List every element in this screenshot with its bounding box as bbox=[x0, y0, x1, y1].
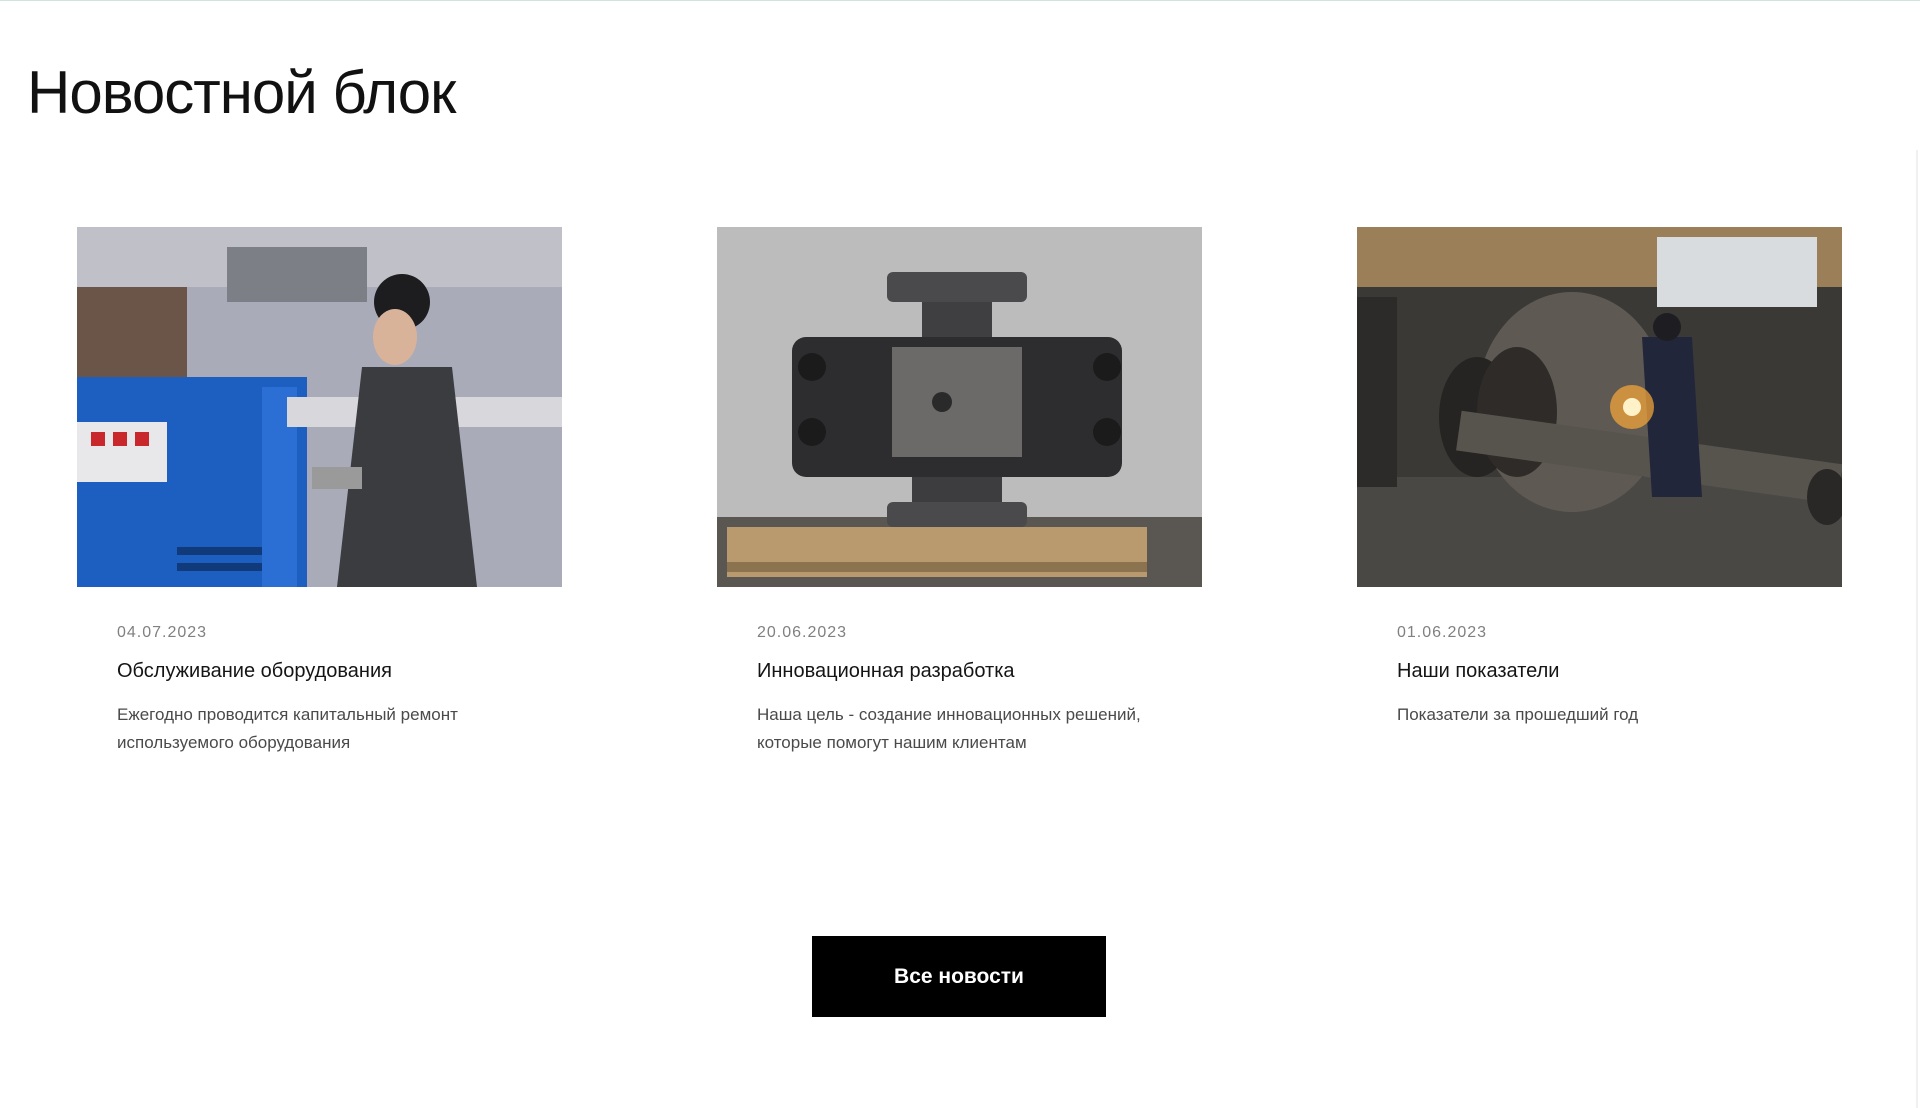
photo-welder-workshop bbox=[1357, 227, 1842, 587]
news-description: Наша цель - создание инновационных решен… bbox=[757, 705, 1141, 752]
news-card-body: 04.07.2023 Обслуживание оборудования Еже… bbox=[77, 624, 562, 757]
news-date: 01.06.2023 bbox=[1397, 624, 1488, 641]
news-title[interactable]: Инновационная разработка bbox=[757, 658, 1162, 684]
photo-worker-blue-equipment bbox=[77, 227, 562, 587]
news-image-innovation[interactable] bbox=[717, 227, 1202, 587]
photo-steel-valve bbox=[717, 227, 1202, 587]
news-date: 04.07.2023 bbox=[117, 624, 208, 641]
news-card-body: 01.06.2023 Наши показатели Показатели за… bbox=[1357, 624, 1842, 729]
news-list: 04.07.2023 Обслуживание оборудования Еже… bbox=[77, 227, 1842, 787]
news-date: 20.06.2023 bbox=[757, 624, 848, 641]
top-divider bbox=[0, 0, 1920, 1]
news-image-equipment-service[interactable] bbox=[77, 227, 562, 587]
section-heading: Новостной блок bbox=[27, 59, 456, 126]
news-title[interactable]: Обслуживание оборудования bbox=[117, 658, 522, 684]
news-description: Показатели за прошедший год bbox=[1397, 705, 1639, 724]
news-card[interactable]: 01.06.2023 Наши показатели Показатели за… bbox=[1357, 227, 1842, 729]
news-image-indicators[interactable] bbox=[1357, 227, 1842, 587]
news-section: Новостной блок 04.07.2023 Обслуживание о… bbox=[0, 0, 1920, 1108]
all-news-button[interactable]: Все новости bbox=[812, 936, 1106, 1017]
news-description: Ежегодно проводится капитальный ремонт и… bbox=[117, 705, 458, 752]
page-edge bbox=[1916, 150, 1918, 1108]
news-card[interactable]: 20.06.2023 Инновационная разработка Наша… bbox=[717, 227, 1202, 757]
news-card[interactable]: 04.07.2023 Обслуживание оборудования Еже… bbox=[77, 227, 562, 757]
news-card-body: 20.06.2023 Инновационная разработка Наша… bbox=[717, 624, 1202, 757]
news-title[interactable]: Наши показатели bbox=[1397, 658, 1802, 684]
